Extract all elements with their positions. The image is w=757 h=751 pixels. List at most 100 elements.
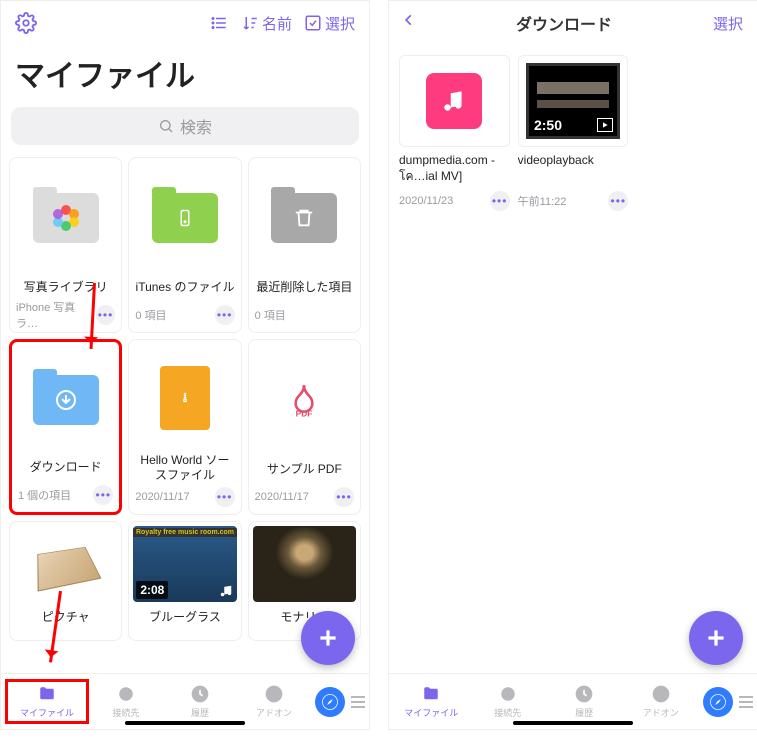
card-picture[interactable]: ピクチャ [9,521,122,641]
item-meta: 午前11:22 [518,193,567,209]
tab-history[interactable]: 履歴 [546,684,623,719]
music-file-icon [426,73,482,129]
header-bar: ダウンロード 選択 [389,1,757,45]
wifi-icon [115,685,137,703]
clock-icon [190,684,210,704]
settings-button[interactable] [9,12,43,34]
card-label: ブルーグラス [133,602,236,634]
dl-item-video[interactable]: 2:50 videoplayback 午前11:22 ••• [518,55,629,211]
compass-icon [709,693,727,711]
card-recently-deleted[interactable]: 最近削除した項目 0 項目 [248,157,361,333]
trash-icon [293,207,315,229]
tab-browser[interactable] [703,687,733,717]
home-indicator [125,721,245,725]
more-button[interactable]: ••• [93,485,113,505]
screen-my-files: 名前 選択 マイファイル 検索 写真ライブラリ iPhone [0,0,370,730]
tab-history[interactable]: 履歴 [163,684,237,719]
header-bar: 名前 選択 [1,1,369,45]
page-title: ダウンロード [421,11,707,35]
more-button[interactable]: ••• [96,305,116,325]
tab-menu[interactable] [351,696,365,708]
folder-icon [36,685,58,703]
back-button[interactable] [397,9,421,37]
image-thumb [37,547,101,592]
dl-item-audio[interactable]: dumpmedia.com - โค…ial MV] 2020/11/23 ••… [399,55,510,211]
home-indicator [513,721,633,725]
cart-icon [264,684,284,704]
select-button[interactable]: 選択 [707,13,749,34]
tab-label: アドオン [256,706,292,719]
duration-badge: 2:50 [529,114,567,136]
folder-icon [420,685,442,703]
item-label: dumpmedia.com - โค…ial MV] [399,153,510,185]
check-square-icon [304,14,322,32]
video-thumb: Royalty free music room.com 2:08 [133,526,236,602]
tab-label: 接続先 [112,706,139,719]
select-label: 選択 [325,13,355,34]
card-photo-library[interactable]: 写真ライブラリ iPhone 写真ラ…••• [9,157,122,333]
tab-menu[interactable] [739,696,753,708]
search-icon [158,118,174,134]
card-bluegrass[interactable]: Royalty free music room.com 2:08 ブルーグラス [128,521,241,641]
card-meta: 0 項目 [255,307,286,323]
card-itunes[interactable]: iTunes のファイル 0 項目••• [128,157,241,333]
tab-label: マイファイル [20,706,74,719]
folder-icon [33,375,99,425]
folder-icon [271,193,337,243]
more-button[interactable]: ••• [334,487,354,507]
chevron-left-icon [402,9,416,31]
list-icon [209,14,229,32]
search-input[interactable]: 検索 [11,107,359,145]
sort-button[interactable]: 名前 [235,13,298,34]
folder-icon [152,193,218,243]
plus-icon [315,625,341,651]
play-icon [597,118,613,132]
add-fab[interactable] [301,611,355,665]
screen-downloads: ダウンロード 選択 dumpmedia.com - โค…ial MV] 202… [388,0,757,730]
more-button[interactable]: ••• [215,487,235,507]
more-button[interactable]: ••• [608,191,628,211]
download-grid: dumpmedia.com - โค…ial MV] 2020/11/23 ••… [389,45,757,673]
image-thumb [253,526,356,602]
tab-addon[interactable]: アドオン [237,684,311,719]
tab-connect[interactable]: 接続先 [470,684,547,719]
plus-icon [703,625,729,651]
sort-label: 名前 [262,13,292,34]
card-meta: 1 個の項目 [18,487,71,503]
sort-icon [241,14,259,32]
card-label: ダウンロード [18,452,113,484]
more-button[interactable]: ••• [215,305,235,325]
item-meta: 2020/11/23 [399,195,453,207]
card-label: ピクチャ [16,602,115,634]
page-title: マイファイル [1,45,369,107]
tab-connect[interactable]: 接続先 [89,684,163,719]
file-grid: 写真ライブラリ iPhone 写真ラ…••• iTunes のファイル 0 項目… [1,157,369,673]
more-button[interactable]: ••• [490,191,510,211]
wifi-icon [497,685,519,703]
card-meta: iPhone 写真ラ… [16,299,96,331]
card-meta: 0 項目 [135,307,166,323]
card-downloads[interactable]: ダウンロード 1 個の項目 ••• [9,339,122,515]
card-hello-world[interactable]: Hello World ソースファイル 2020/11/17 ••• [128,339,241,515]
item-label: videoplayback [518,153,629,185]
tab-label: 接続先 [494,706,521,719]
add-fab[interactable] [689,611,743,665]
tab-myfiles[interactable]: マイファイル [5,679,89,724]
pdf-file-icon: PDF [279,368,329,432]
view-list-button[interactable] [203,14,235,32]
device-icon [176,205,194,231]
card-label: Hello World ソースファイル [135,451,234,486]
select-button[interactable]: 選択 [298,13,361,34]
card-sample-pdf[interactable]: PDF サンプル PDF 2020/11/17••• [248,339,361,515]
card-label: 最近削除した項目 [255,272,354,304]
tab-myfiles[interactable]: マイファイル [393,684,470,719]
svg-text:PDF: PDF [296,409,313,419]
gear-icon [15,12,37,34]
card-meta: 2020/11/17 [255,491,309,503]
video-thumb: 2:50 [526,63,620,139]
download-icon [54,388,78,412]
card-meta: 2020/11/17 [135,491,189,503]
tab-browser[interactable] [315,687,345,717]
tab-label: アドオン [643,706,679,719]
tab-addon[interactable]: アドオン [623,684,700,719]
